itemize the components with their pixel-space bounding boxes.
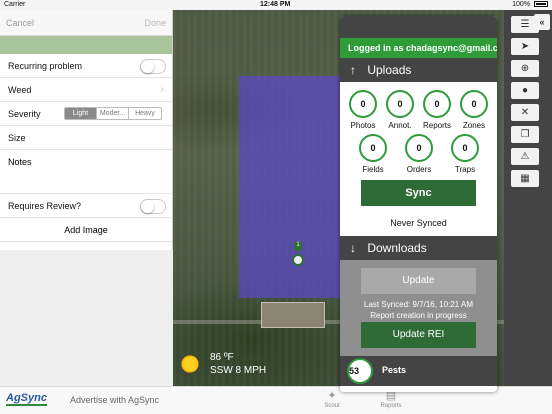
notes-field[interactable]: Notes: [0, 150, 172, 194]
severity-heavy[interactable]: Heavy: [129, 108, 161, 119]
arrow-up-icon: ↑: [350, 63, 356, 77]
form-banner: [0, 36, 172, 54]
severity-moderate[interactable]: Moder...: [97, 108, 129, 119]
map-icon[interactable]: ▦: [511, 170, 539, 187]
size-label: Size: [8, 133, 26, 143]
advertise-link[interactable]: Advertise with AgSync: [70, 395, 159, 405]
done-button[interactable]: Done: [144, 18, 166, 28]
count-value: 0: [405, 134, 433, 162]
battery-percent: 100%: [512, 1, 531, 8]
warning-map-icon[interactable]: ⚠: [511, 148, 539, 165]
count-label: Reports: [422, 121, 451, 130]
severity-label: Severity: [8, 109, 41, 119]
person-icon[interactable]: ●: [511, 82, 539, 99]
downloads-title: Downloads: [367, 241, 427, 255]
pests-label: Pests: [382, 365, 407, 375]
update-button[interactable]: Update: [361, 268, 476, 294]
requires-review-row: Requires Review?: [0, 194, 172, 218]
report-progress-text: Report creation in progress: [370, 311, 467, 320]
count-label: Orders: [406, 165, 432, 174]
clock: 12:48 PM: [260, 1, 291, 8]
temperature: 86 ºF: [210, 352, 234, 363]
count-reports: 0 Reports: [417, 90, 457, 130]
pests-count: 53: [347, 358, 373, 384]
wind: SSW 8 MPH: [210, 365, 267, 376]
tab-scout[interactable]: ✦ Scout: [312, 389, 352, 409]
count-value: 0: [386, 90, 414, 118]
count-traps: 0 Traps: [445, 134, 485, 174]
sync-button[interactable]: Sync: [361, 180, 476, 206]
count-zones: 0 Zones: [454, 90, 494, 130]
battery-status: 100%: [512, 1, 548, 8]
weed-row[interactable]: Weed ›: [0, 78, 172, 102]
uploads-title: Uploads: [367, 63, 412, 77]
pests-row[interactable]: 53 Pests: [340, 356, 497, 386]
form-header: Cancel Done: [0, 10, 172, 36]
count-value: 0: [349, 90, 377, 118]
sync-panel-top: [340, 16, 497, 38]
tab-reports-label: Reports: [380, 403, 402, 409]
requires-review-label: Requires Review?: [8, 201, 82, 211]
crosshair-icon[interactable]: ⊕: [511, 60, 539, 77]
status-bar: Carrier 12:48 PM 100%: [0, 0, 552, 10]
tab-scout-label: Scout: [324, 403, 340, 409]
count-value: 0: [423, 90, 451, 118]
uploads-header: ↑ Uploads: [340, 58, 497, 82]
count-label: Zones: [462, 121, 486, 130]
upload-counts: 0 Photos 0 Annot. 0 Reports 0 Zones 0 Fi…: [340, 82, 497, 214]
sun-icon: [180, 354, 200, 374]
add-image-button[interactable]: Add Image: [0, 218, 172, 242]
count-label: Photos: [350, 121, 376, 130]
count-photos: 0 Photos: [343, 90, 383, 130]
count-label: Annot.: [388, 121, 412, 130]
layers-icon[interactable]: ❐: [511, 126, 539, 143]
never-synced-text: Never Synced: [390, 218, 447, 228]
severity-row: Severity Light Moder... Heavy: [0, 102, 172, 126]
severity-segmented-control[interactable]: Light Moder... Heavy: [64, 107, 162, 120]
cancel-button[interactable]: Cancel: [6, 18, 34, 28]
count-fields: 0 Fields: [353, 134, 393, 174]
map-toolbar: « ☰ ➤ ⊕ ● ✕ ❐ ⚠ ▦: [504, 10, 552, 386]
gps-off-icon[interactable]: ✕: [511, 104, 539, 121]
size-row[interactable]: Size: [0, 126, 172, 150]
map-pin-icon[interactable]: [292, 254, 304, 266]
battery-icon: [534, 1, 548, 7]
agsync-logo: AgSync: [6, 392, 47, 406]
recurring-row: Recurring problem: [0, 54, 172, 78]
logged-in-banner: Logged in as chadagsync@gmail.c: [340, 38, 497, 58]
notes-label: Notes: [8, 157, 32, 167]
observation-form: Cancel Done Recurring problem Weed › Sev…: [0, 10, 173, 386]
downloads-header: ↓ Downloads: [340, 236, 497, 260]
count-annotations: 0 Annot.: [380, 90, 420, 130]
chevron-right-icon: ›: [160, 84, 164, 95]
recurring-label: Recurring problem: [8, 61, 83, 71]
form-empty-area: [0, 250, 173, 386]
downloads-body: Update Last Synced: 9/7/16, 10:21 AM Rep…: [340, 260, 497, 356]
count-orders: 0 Orders: [399, 134, 439, 174]
update-rei-button[interactable]: Update REI: [361, 322, 476, 348]
tab-reports[interactable]: ▤ Reports: [371, 389, 411, 409]
sync-panel: Logged in as chadagsync@gmail.c ↑ Upload…: [340, 16, 497, 392]
carrier-label: Carrier: [4, 1, 26, 8]
locate-icon[interactable]: ➤: [511, 38, 539, 55]
count-label: Traps: [454, 165, 476, 174]
severity-light[interactable]: Light: [65, 108, 97, 119]
farmstead: [261, 302, 325, 328]
list-icon[interactable]: ☰: [511, 16, 539, 33]
recurring-toggle[interactable]: [140, 59, 166, 74]
count-value: 0: [460, 90, 488, 118]
count-value: 0: [359, 134, 387, 162]
count-value: 0: [451, 134, 479, 162]
last-synced-text: Last Synced: 9/7/16, 10:21 AM: [364, 300, 473, 309]
requires-review-toggle[interactable]: [140, 199, 166, 214]
pin-label: 1: [294, 242, 302, 251]
arrow-down-icon: ↓: [350, 241, 356, 255]
weed-label: Weed: [8, 85, 32, 95]
count-label: Fields: [362, 165, 384, 174]
